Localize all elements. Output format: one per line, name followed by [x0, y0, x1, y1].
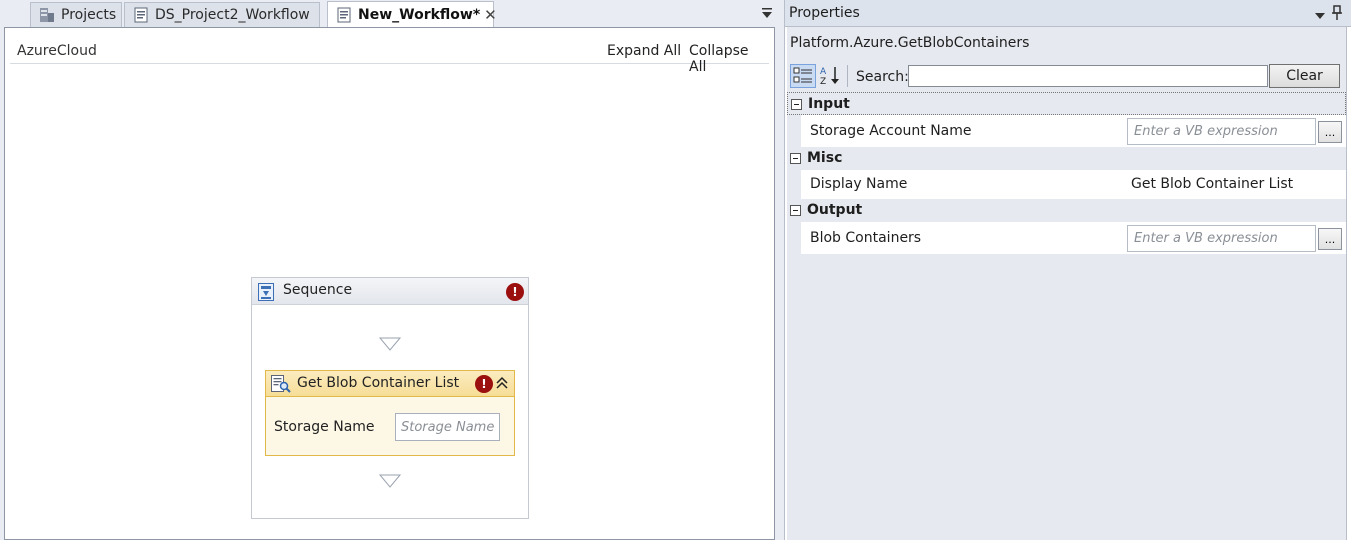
- blob-containers-input[interactable]: [1127, 225, 1316, 252]
- window-position-dropdown-icon[interactable]: [1314, 9, 1326, 19]
- validation-error-icon[interactable]: !: [475, 375, 493, 393]
- collapse-category-icon[interactable]: [791, 99, 802, 110]
- collapse-all-link[interactable]: Collapse All: [689, 43, 769, 75]
- category-output[interactable]: Output: [787, 199, 1346, 222]
- properties-title-bar: Properties: [785, 0, 1351, 27]
- workflow-file-icon: [133, 7, 149, 23]
- toolbar-separator: [847, 65, 848, 87]
- property-name: Display Name: [810, 176, 908, 192]
- sequence-icon: [258, 283, 274, 305]
- storage-account-name-input[interactable]: [1127, 118, 1316, 145]
- search-label: Search:: [856, 69, 909, 85]
- document-tab-strip: Projects DS_Project2_Workflow New_Workfl…: [0, 0, 778, 28]
- validation-error-icon[interactable]: !: [506, 283, 524, 301]
- collapse-chevron-icon[interactable]: [495, 376, 509, 394]
- designer-header: AzureCloud Expand All Collapse All: [10, 33, 769, 75]
- property-grid: Input Storage Account Name ... Misc Disp…: [787, 92, 1346, 254]
- property-search-input[interactable]: [908, 65, 1268, 87]
- expression-editor-button[interactable]: ...: [1318, 121, 1342, 143]
- collapse-category-icon[interactable]: [790, 153, 801, 164]
- categorized-view-icon[interactable]: [790, 64, 816, 88]
- activity-header[interactable]: Get Blob Container List !: [266, 371, 514, 397]
- category-misc[interactable]: Misc: [787, 147, 1346, 170]
- tab-new-workflow[interactable]: New_Workflow* ✕: [327, 1, 497, 28]
- tab-label: Projects: [61, 7, 117, 23]
- clear-search-button[interactable]: Clear: [1269, 64, 1340, 88]
- property-row-storage-account-name[interactable]: Storage Account Name ...: [787, 115, 1346, 147]
- property-name: Blob Containers: [810, 230, 922, 246]
- blob-search-icon: [271, 375, 291, 397]
- property-row-blob-containers[interactable]: Blob Containers ...: [787, 222, 1346, 254]
- collapse-category-icon[interactable]: [790, 205, 801, 216]
- tab-ds-project2-workflow[interactable]: DS_Project2_Workflow: [124, 2, 320, 27]
- properties-toolbar: AZ Search: Clear: [787, 62, 1346, 92]
- display-name-value[interactable]: Get Blob Container List: [1131, 176, 1293, 192]
- storage-name-input[interactable]: [395, 413, 500, 441]
- expression-editor-button[interactable]: ...: [1318, 228, 1342, 250]
- svg-text:Z: Z: [820, 77, 826, 86]
- tab-label: DS_Project2_Workflow: [155, 7, 310, 23]
- workflow-file-icon: [336, 7, 352, 23]
- sequence-header[interactable]: Sequence !: [252, 278, 528, 305]
- expand-all-link[interactable]: Expand All: [607, 43, 681, 59]
- tab-list-dropdown-icon[interactable]: [761, 6, 773, 20]
- tab-label: New_Workflow*: [358, 7, 481, 23]
- storage-name-label: Storage Name: [274, 419, 375, 435]
- tab-projects[interactable]: Projects: [30, 2, 122, 27]
- selected-object-type: Platform.Azure.GetBlobContainers: [790, 35, 1030, 51]
- properties-title: Properties: [789, 5, 860, 21]
- category-name: Input: [808, 96, 850, 112]
- get-blob-container-list-activity[interactable]: Get Blob Container List ! Storage Name: [265, 370, 515, 456]
- pin-icon[interactable]: [1331, 5, 1343, 21]
- property-row-display-name[interactable]: Display Name Get Blob Container List: [787, 170, 1346, 199]
- activity-title: Get Blob Container List: [297, 375, 460, 391]
- drop-target-arrow-icon[interactable]: [378, 474, 402, 488]
- properties-panel: Properties Platform.Azure.GetBlobContain…: [784, 0, 1351, 540]
- category-name: Misc: [807, 150, 843, 166]
- drop-target-arrow-icon[interactable]: [378, 337, 402, 351]
- projects-icon: [39, 7, 55, 23]
- close-tab-icon[interactable]: ✕: [484, 6, 497, 24]
- category-name: Output: [807, 202, 863, 218]
- properties-body: Platform.Azure.GetBlobContainers AZ Sear…: [787, 27, 1347, 540]
- alphabetical-sort-icon[interactable]: AZ: [818, 64, 844, 88]
- sequence-title: Sequence: [283, 282, 353, 298]
- category-input[interactable]: Input: [787, 92, 1346, 115]
- breadcrumb[interactable]: AzureCloud: [17, 43, 97, 59]
- svg-text:A: A: [820, 67, 827, 77]
- property-name: Storage Account Name: [810, 123, 972, 139]
